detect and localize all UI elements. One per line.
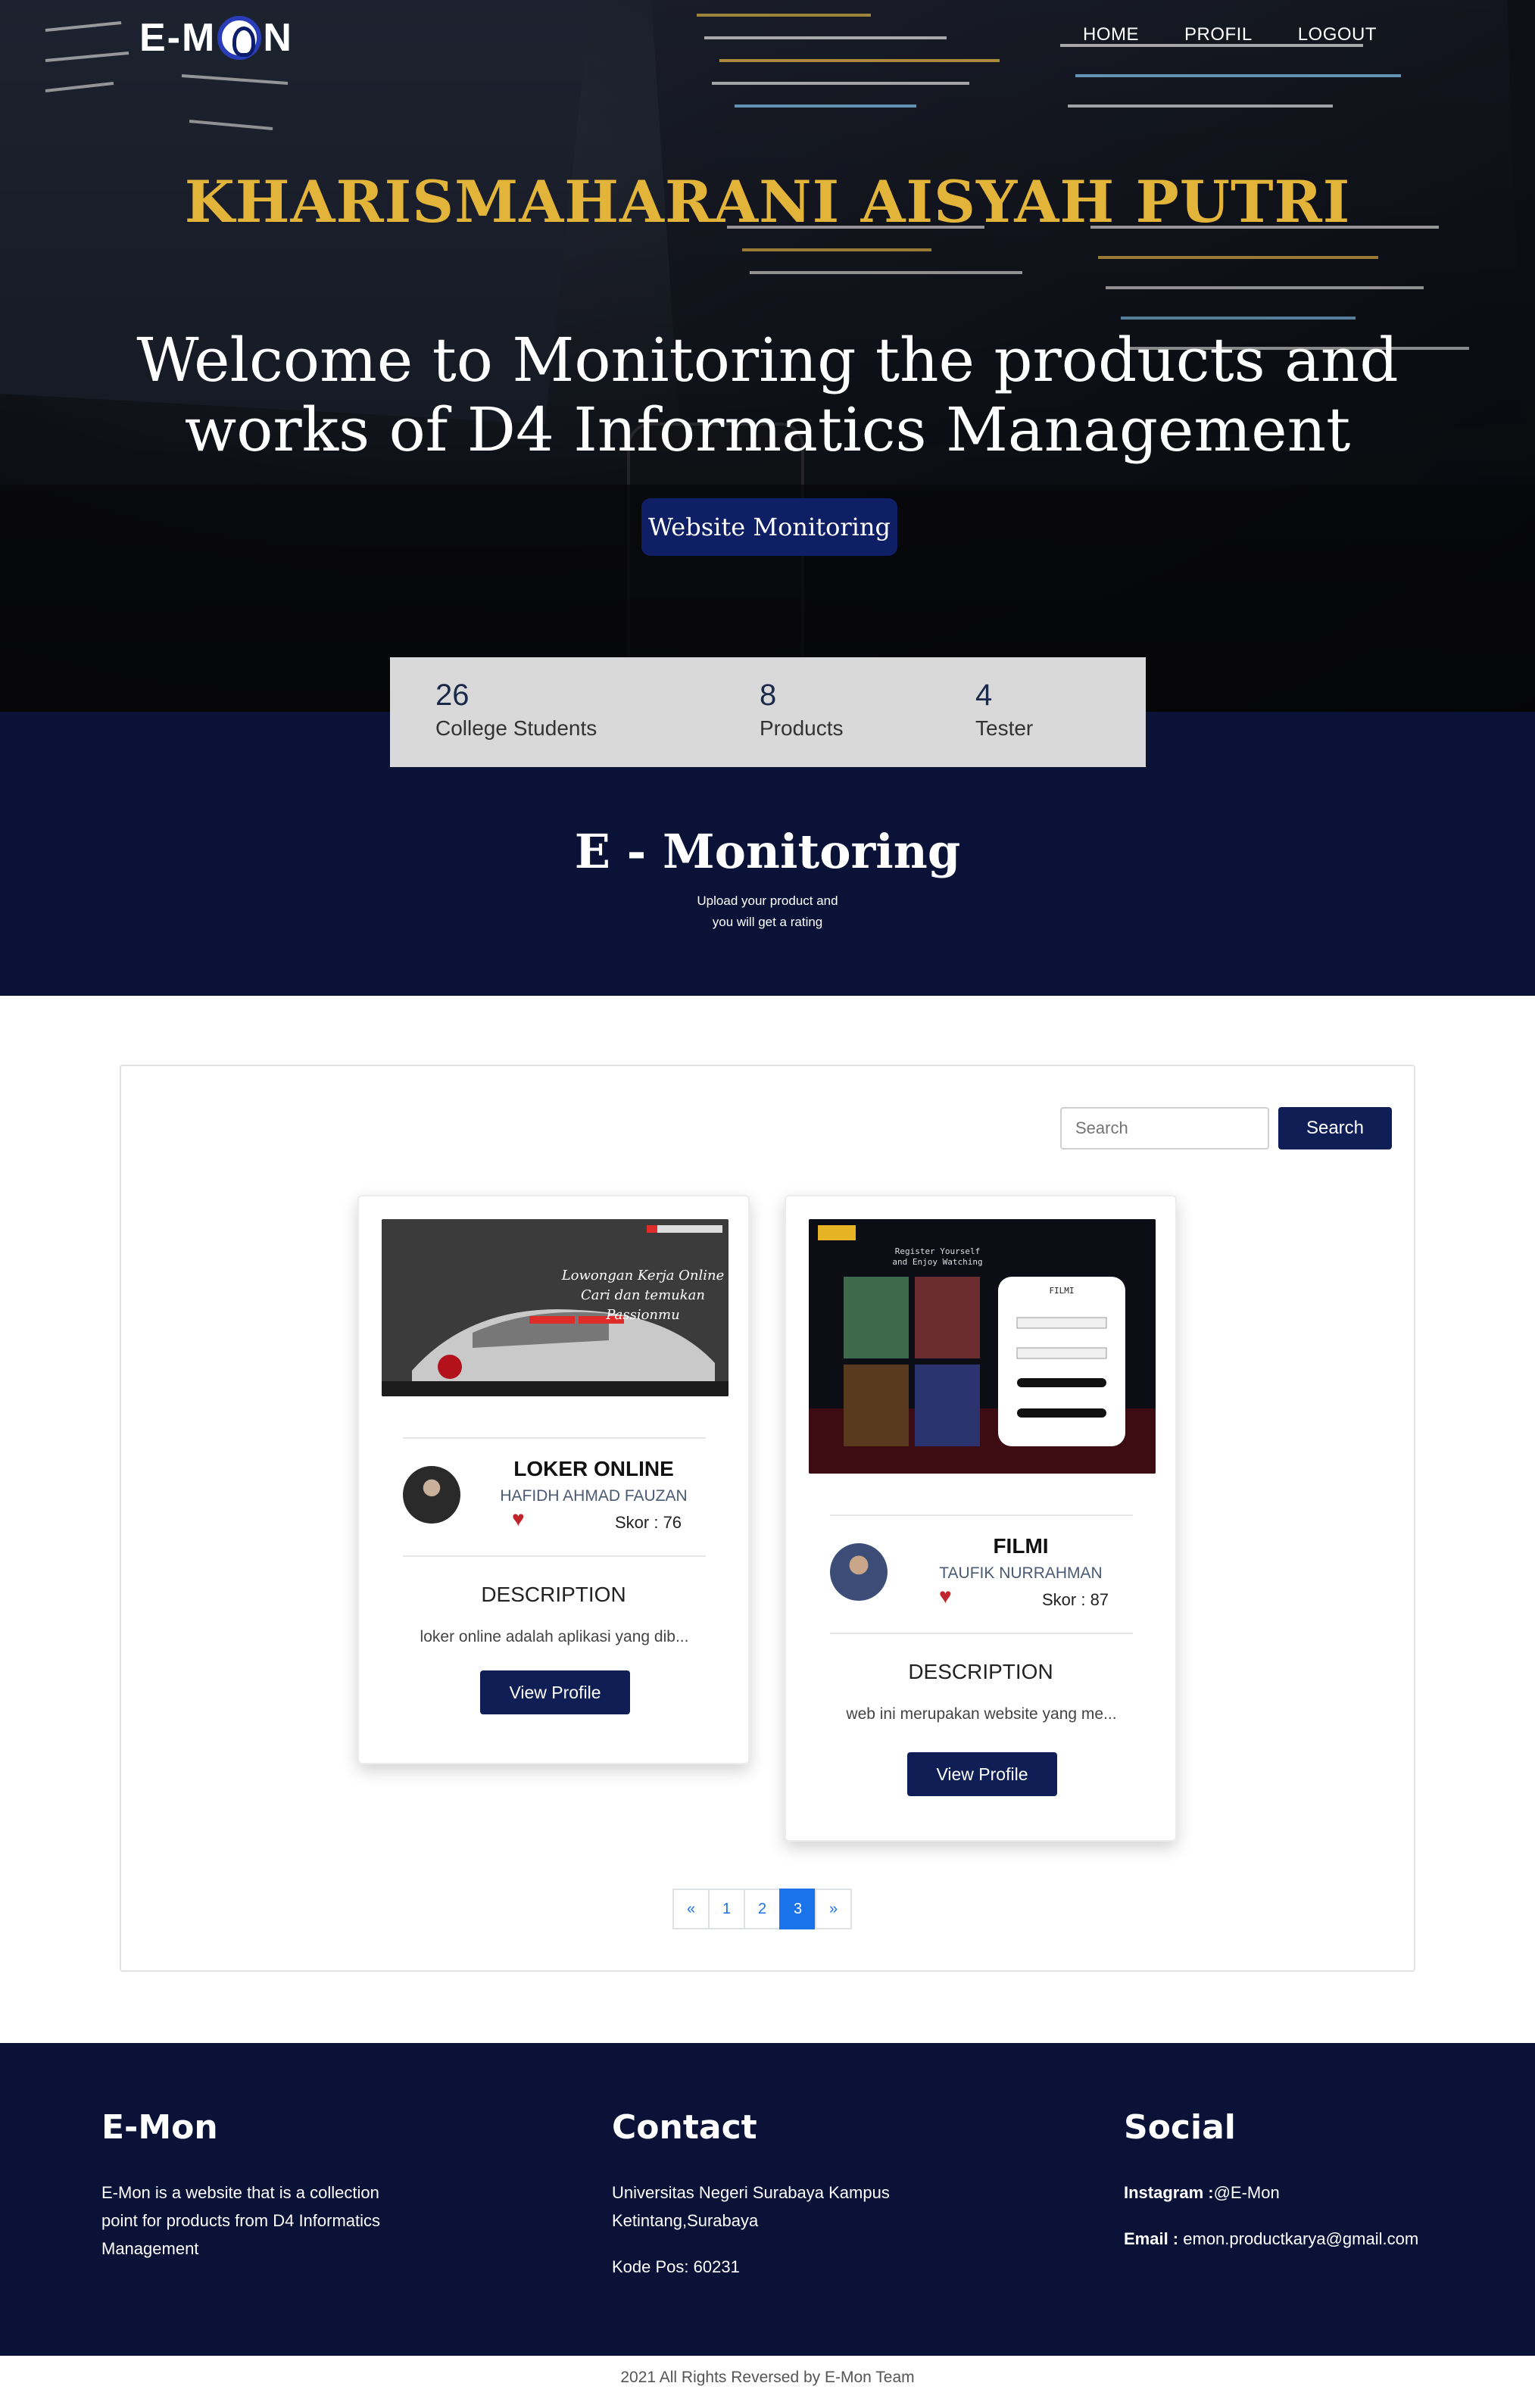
project-score: Skor : 87 <box>1042 1590 1109 1609</box>
stat-label: Tester <box>975 716 1034 740</box>
stat-products: 8 Products <box>760 678 975 767</box>
footer-social-title: Social <box>1124 2108 1236 2147</box>
project-score: Skor : 76 <box>615 1513 682 1532</box>
project-author: TAUFIK NURRAHMAN <box>939 1564 1103 1582</box>
nav-logout-link[interactable]: LOGOUT <box>1298 24 1377 45</box>
stat-value: 8 <box>760 678 777 712</box>
logo-badge-icon <box>217 16 262 60</box>
logo-text-right: N <box>263 16 293 60</box>
description-heading: DESCRIPTION <box>481 1583 626 1606</box>
footer-instagram[interactable]: Instagram :@E-Mon <box>1124 2179 1487 2207</box>
products-panel: Search <box>120 1065 1415 1972</box>
stat-college-students: 26 College Students <box>435 678 760 767</box>
hero-title: Welcome to Monitoring the products and w… <box>136 325 1399 465</box>
hero-name: KHARISMAHARANI AISYAH PUTRI <box>184 168 1351 235</box>
description-text: loker online adalah aplikasi yang dib... <box>420 1628 689 1645</box>
instagram-handle: @E-Mon <box>1213 2183 1280 2202</box>
divider <box>403 1437 706 1439</box>
view-profile-button[interactable]: View Profile <box>907 1752 1057 1796</box>
footer-address: Universitas Negeri Surabaya Kampus Ketin… <box>612 2183 890 2230</box>
divider <box>830 1514 1133 1516</box>
pagination-prev[interactable]: « <box>672 1889 710 1929</box>
footer-email[interactable]: Email : emon.productkarya@gmail.com <box>1124 2225 1487 2253</box>
footer-postal-code: Kode Pos: 60231 <box>612 2257 740 2276</box>
stat-tester: 4 Tester <box>975 678 1033 767</box>
email-address: emon.productkarya@gmail.com <box>1178 2229 1419 2248</box>
description-text: web ini merupakan website yang me... <box>846 1705 1117 1723</box>
divider <box>830 1633 1133 1634</box>
product-thumbnail[interactable]: Register Yourself and Enjoy Watching FIL… <box>809 1219 1156 1474</box>
project-author: HAFIDH AHMAD FAUZAN <box>500 1487 688 1505</box>
section-subtitle-line-1: Upload your product and <box>697 894 838 908</box>
main-nav: HOME PROFIL LOGOUT <box>1083 24 1377 45</box>
pagination-next[interactable]: » <box>815 1889 852 1929</box>
stat-label: College Students <box>435 716 597 740</box>
section-subtitle: Upload your product and you will get a r… <box>0 891 1535 933</box>
thumbnail-tagline: and Enjoy Watching <box>892 1257 983 1267</box>
email-label: Email : <box>1124 2229 1179 2248</box>
pagination: « 1 2 3 » <box>672 1889 852 1929</box>
footer-social: Social Instagram :@E-Mon Email : emon.pr… <box>1124 2108 1487 2253</box>
stats-box: 26 College Students 8 Products 4 Tester <box>390 657 1146 767</box>
pagination-page-3[interactable]: 3 <box>779 1889 816 1929</box>
nav-home-link[interactable]: HOME <box>1083 24 1139 45</box>
description-heading: DESCRIPTION <box>908 1660 1053 1683</box>
avatar[interactable] <box>403 1466 460 1524</box>
section-subtitle-line-2: you will get a rating <box>712 915 823 929</box>
instagram-label: Instagram : <box>1124 2183 1214 2202</box>
thumbnail-form-title: FILMI <box>1049 1286 1075 1296</box>
divider <box>403 1555 706 1557</box>
product-card: Register Yourself and Enjoy Watching FIL… <box>785 1195 1177 1842</box>
footer-contact-title: Contact <box>612 2108 757 2147</box>
footer-about: E-Mon E-Mon is a website that is a colle… <box>101 2108 420 2263</box>
pagination-page-1[interactable]: 1 <box>708 1889 745 1929</box>
footer: E-Mon E-Mon is a website that is a colle… <box>0 2043 1535 2356</box>
search-input[interactable] <box>1060 1107 1269 1149</box>
project-title: FILMI <box>993 1534 1049 1558</box>
stat-value: 26 <box>435 678 470 712</box>
section-title: E - Monitoring <box>574 824 961 879</box>
heart-icon[interactable]: ♥ <box>939 1584 952 1608</box>
product-thumbnail[interactable]: Lowongan Kerja Online Cari dan temukan P… <box>382 1219 729 1396</box>
footer-contact: Contact Universitas Negeri Surabaya Kamp… <box>612 2108 930 2281</box>
footer-about-title: E-Mon <box>101 2108 218 2147</box>
thumbnail-headline: Register Yourself <box>894 1246 981 1256</box>
thumbnail-tagline: Cari dan temukan Passionmu <box>581 1287 705 1323</box>
website-monitoring-button[interactable]: Website Monitoring <box>641 498 897 556</box>
avatar[interactable] <box>830 1543 888 1601</box>
copyright: 2021 All Rights Reversed by E-Mon Team <box>620 2369 915 2386</box>
view-profile-button[interactable]: View Profile <box>480 1670 630 1714</box>
thumbnail-headline: Lowongan Kerja Online <box>561 1268 725 1284</box>
project-title: LOKER ONLINE <box>513 1457 674 1480</box>
footer-about-text: E-Mon is a website that is a collection … <box>101 2183 381 2258</box>
stat-value: 4 <box>975 678 993 712</box>
stat-label: Products <box>760 716 844 740</box>
heart-icon[interactable]: ♥ <box>512 1507 525 1531</box>
nav-profil-link[interactable]: PROFIL <box>1184 24 1253 45</box>
product-card: Lowongan Kerja Online Cari dan temukan P… <box>357 1195 750 1764</box>
search-button[interactable]: Search <box>1278 1107 1392 1149</box>
pagination-page-2[interactable]: 2 <box>744 1889 781 1929</box>
site-logo[interactable]: E-M N <box>139 14 293 62</box>
logo-text-left: E-M <box>139 16 217 60</box>
